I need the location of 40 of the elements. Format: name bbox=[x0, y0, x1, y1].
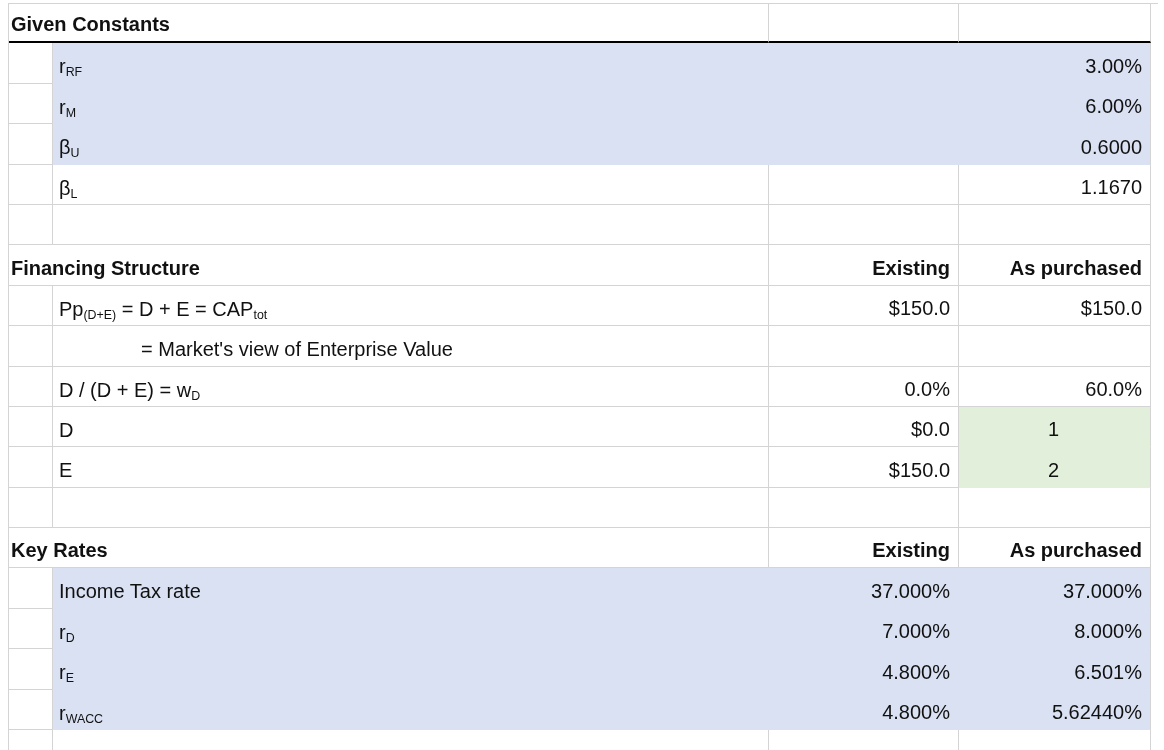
value-cell: 0.0% bbox=[769, 366, 959, 407]
row-label: r$_{M}$ bbox=[53, 83, 959, 125]
row-label: r$_{D}$ bbox=[53, 608, 769, 650]
row-label: β$_{U}$ bbox=[53, 124, 959, 165]
value-cell: 8.000% bbox=[959, 608, 1151, 650]
column-header: Existing bbox=[769, 245, 959, 286]
value-cell: $150.0 bbox=[769, 447, 959, 488]
row-label: D bbox=[53, 406, 769, 448]
row-label: β$_{L}$ bbox=[53, 164, 769, 205]
value-cell: 1.1670 bbox=[959, 164, 1151, 205]
value-cell: 3.00% bbox=[959, 43, 1151, 84]
value-cell: 37.000% bbox=[769, 568, 959, 609]
row-label: Income Tax rate bbox=[53, 568, 769, 609]
value-cell: 6.501% bbox=[959, 649, 1151, 690]
value-cell: 1 bbox=[959, 406, 1151, 448]
section-title: Key Rates bbox=[9, 528, 769, 569]
value-cell: 37.000% bbox=[959, 568, 1151, 609]
row-label: = Market's view of Enterprise Value bbox=[53, 326, 769, 367]
value-cell: $150.0 bbox=[769, 285, 959, 327]
value-cell: 2 bbox=[959, 447, 1151, 488]
value-cell: 6.00% bbox=[959, 83, 1151, 125]
row-label: r$_{E}$ bbox=[53, 649, 769, 690]
value-cell: $0.0 bbox=[769, 406, 959, 448]
value-cell: $150.0 bbox=[959, 285, 1151, 327]
row-label: E bbox=[53, 447, 769, 488]
column-header: As purchased bbox=[959, 245, 1151, 286]
row-label: r$_{WACC}$ bbox=[53, 689, 769, 731]
row-label: r$_{RF}$ bbox=[53, 43, 959, 84]
column-header: As purchased bbox=[959, 528, 1151, 569]
value-cell: 4.800% bbox=[769, 689, 959, 731]
column-header: Existing bbox=[769, 528, 959, 569]
section-title: Given Constants bbox=[9, 4, 769, 44]
value-cell: 60.0% bbox=[959, 366, 1151, 407]
value-cell: 0.6000 bbox=[959, 124, 1151, 165]
value-cell: 4.800% bbox=[769, 649, 959, 690]
value-cell: 7.000% bbox=[769, 608, 959, 650]
value-cell: 5.62440% bbox=[959, 689, 1151, 731]
row-label: Pp$_{(D+E)}$ = D + E = CAP$_{tot}$ bbox=[53, 285, 769, 327]
section-title: Financing Structure bbox=[9, 245, 769, 286]
row-label: D / (D + E) = w$_{D}$ bbox=[53, 366, 769, 407]
